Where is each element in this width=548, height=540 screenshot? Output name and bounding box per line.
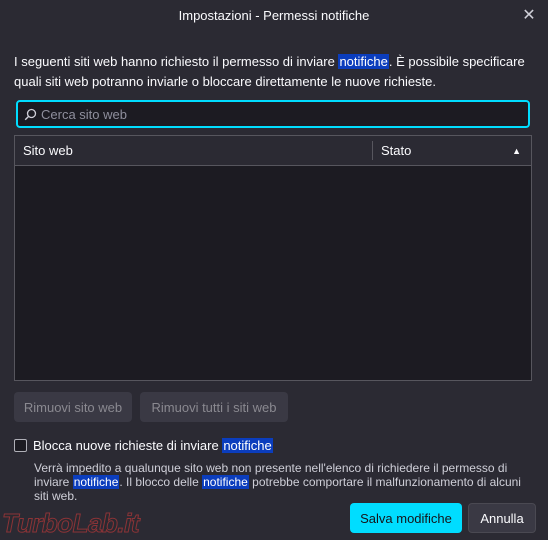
window-title: Impostazioni - Permessi notifiche bbox=[178, 7, 370, 23]
block-requests-label[interactable]: Blocca nuove richieste di inviare notifi… bbox=[33, 438, 273, 453]
block-requests-checkbox[interactable] bbox=[14, 439, 27, 452]
table-header: Sito web Stato ▲ bbox=[15, 136, 531, 166]
intro-highlight: notifiche bbox=[338, 54, 389, 69]
column-header-status[interactable]: Stato ▲ bbox=[373, 136, 531, 165]
block-requests-row: Blocca nuove richieste di inviare notifi… bbox=[14, 438, 273, 453]
sort-ascending-icon: ▲ bbox=[512, 145, 521, 156]
cancel-button[interactable]: Annulla bbox=[468, 503, 536, 533]
block-requests-label-part1: Blocca nuove richieste di inviare bbox=[33, 438, 223, 453]
block-requests-highlight: notifiche bbox=[222, 438, 273, 453]
intro-text-part1: I seguenti siti web hanno richiesto il p… bbox=[14, 54, 339, 69]
save-button[interactable]: Salva modifiche bbox=[350, 503, 462, 533]
intro-text: I seguenti siti web hanno richiesto il p… bbox=[14, 52, 536, 92]
column-header-site[interactable]: Sito web bbox=[15, 141, 373, 160]
block-help-text: Verrà impedito a qualunque sito web non … bbox=[34, 461, 534, 503]
help-part2: . Il blocco delle bbox=[119, 475, 203, 489]
turbolab-watermark-logo: TurboLab.it bbox=[1, 508, 140, 539]
column-header-site-label: Sito web bbox=[23, 143, 73, 158]
column-header-status-label: Stato bbox=[381, 143, 412, 158]
window-titlebar: Impostazioni - Permessi notifiche ✕ bbox=[0, 0, 548, 30]
search-box[interactable] bbox=[16, 100, 530, 128]
help-highlight1: notifiche bbox=[72, 475, 120, 489]
search-input[interactable] bbox=[37, 102, 528, 126]
sites-table: Sito web Stato ▲ bbox=[14, 135, 532, 381]
remove-all-sites-button[interactable]: Rimuovi tutti i siti web bbox=[140, 392, 288, 422]
close-icon[interactable]: ✕ bbox=[518, 4, 540, 26]
help-highlight2: notifiche bbox=[202, 475, 249, 489]
remove-site-button[interactable]: Rimuovi sito web bbox=[14, 392, 132, 422]
search-icon bbox=[24, 108, 37, 120]
table-body bbox=[15, 166, 531, 380]
